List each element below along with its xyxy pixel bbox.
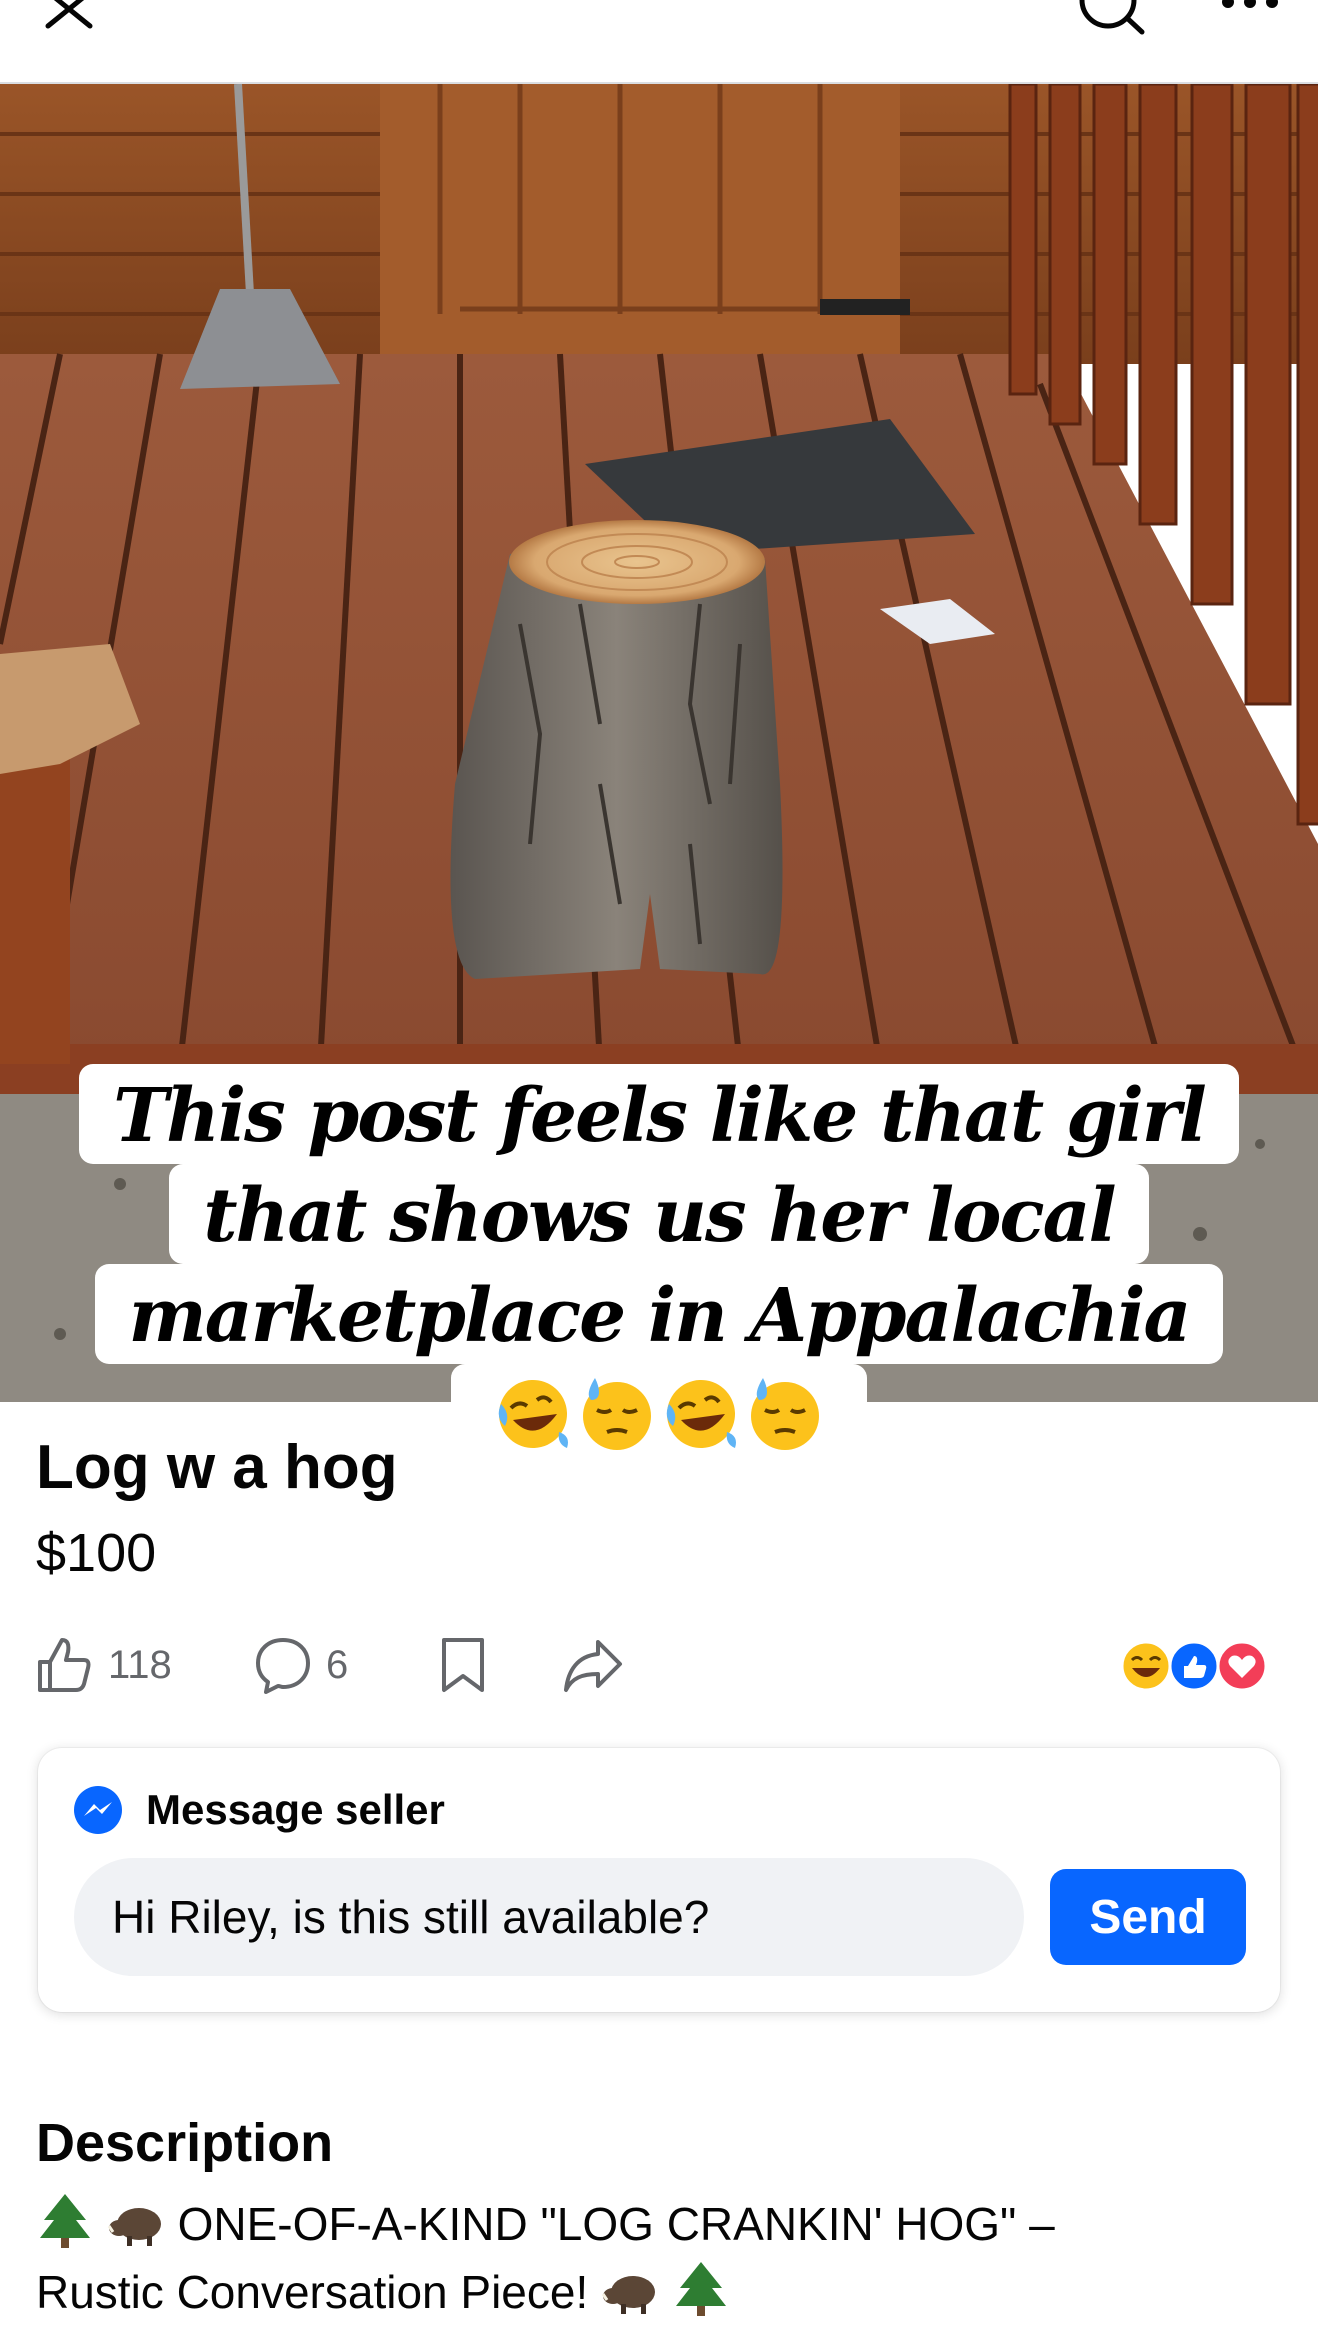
bookmark-icon <box>442 1638 484 1692</box>
action-bar: 118 6 <box>0 1630 1318 1700</box>
thumbs-up-icon <box>38 1638 91 1692</box>
description-line-2-text: Rustic Conversation Piece! <box>36 2266 589 2318</box>
save-button[interactable] <box>440 1630 486 1700</box>
message-seller-label: Message seller <box>146 1786 445 1833</box>
top-bar <box>0 0 1318 84</box>
sweat-emoji-icon <box>751 1378 819 1450</box>
like-button[interactable]: 118 <box>36 1630 172 1700</box>
comment-button[interactable]: 6 <box>254 1630 348 1700</box>
caption-line-2: that shows us her local <box>169 1164 1149 1264</box>
reactions-summary[interactable] <box>1120 1640 1270 1692</box>
haha-reaction-icon <box>1120 1640 1172 1692</box>
love-reaction-icon <box>1216 1640 1268 1692</box>
meme-caption: This post feels like that girl that show… <box>0 1064 1318 1468</box>
share-icon <box>564 1640 622 1692</box>
caption-line-3: marketplace in Appalachia <box>94 1264 1224 1364</box>
more-icon[interactable] <box>1216 0 1286 20</box>
message-seller-header: Message seller <box>72 1784 445 1836</box>
boar-icon <box>107 2208 161 2246</box>
comment-icon <box>256 1638 310 1694</box>
share-button[interactable] <box>562 1630 624 1700</box>
search-icon[interactable] <box>1078 0 1148 38</box>
send-button[interactable]: Send <box>1050 1869 1246 1965</box>
description-line-1-text: ONE-OF-A-KIND "LOG CRANKIN' HOG" – <box>177 2198 1055 2250</box>
messenger-icon <box>74 1786 122 1834</box>
caption-line-1: This post feels like that girl <box>79 1064 1239 1164</box>
caption-emojis <box>451 1364 867 1468</box>
evergreen-tree-icon <box>675 2262 726 2316</box>
boar-icon <box>601 2276 656 2314</box>
rolling-laughing-emoji-icon <box>666 1380 736 1448</box>
close-icon[interactable] <box>40 0 100 32</box>
message-seller-card: Message seller Hi Riley, is this still a… <box>38 1748 1280 2012</box>
description-line-1: ONE-OF-A-KIND "LOG CRANKIN' HOG" – <box>36 2190 1286 2258</box>
evergreen-tree-icon <box>40 2194 90 2248</box>
comment-count: 6 <box>326 1642 349 1687</box>
sweat-emoji-icon <box>583 1378 651 1450</box>
description-text: ONE-OF-A-KIND "LOG CRANKIN' HOG" – Rusti… <box>36 2190 1286 2326</box>
message-input[interactable]: Hi Riley, is this still available? <box>74 1858 1024 1976</box>
description-line-2: Rustic Conversation Piece! <box>36 2258 1286 2326</box>
like-count: 118 <box>108 1642 172 1687</box>
listing-price: $100 <box>36 1523 157 1583</box>
like-reaction-icon <box>1168 1640 1220 1692</box>
rolling-laughing-emoji-icon <box>498 1380 568 1448</box>
description-heading: Description <box>36 2113 334 2173</box>
